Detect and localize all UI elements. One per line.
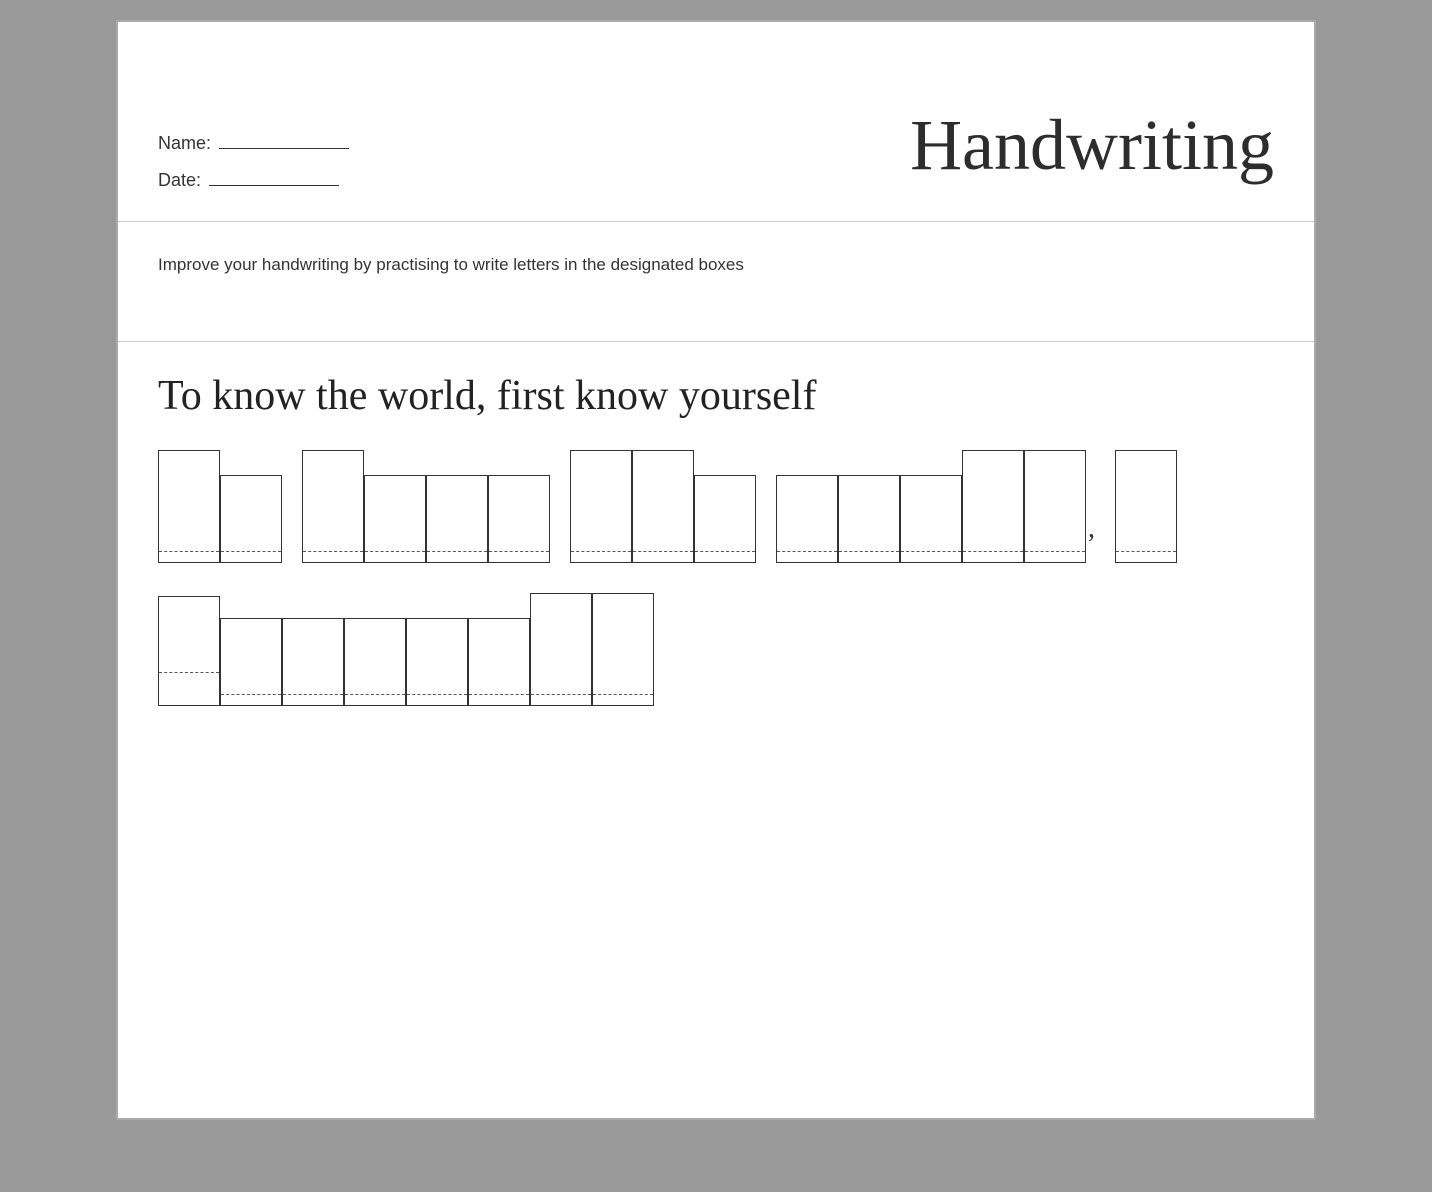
date-field: Date: (158, 170, 349, 191)
date-label: Date: (158, 170, 201, 190)
letter-h1 (632, 450, 694, 563)
word-know1 (302, 450, 550, 563)
instructions-section: Improve your handwriting by practising t… (118, 222, 1314, 342)
letter-l2 (530, 593, 592, 706)
header-section: Name: Date: Handwriting (118, 22, 1314, 222)
word-To (158, 450, 282, 563)
letter-o2 (426, 475, 488, 563)
letter-k1 (302, 450, 364, 563)
word-the (570, 450, 756, 563)
letter-f1 (1115, 450, 1177, 563)
letter-d1 (1024, 450, 1086, 563)
letter-w2 (776, 475, 838, 563)
date-line (209, 185, 339, 186)
word-world: , (776, 450, 1095, 563)
letter-e2 (468, 618, 530, 706)
letter-w1 (488, 475, 550, 563)
letter-n1 (364, 475, 426, 563)
letter-T (158, 450, 220, 563)
page-title: Handwriting (910, 109, 1274, 191)
letter-l1 (962, 450, 1024, 563)
practice-section: To know the world, first know yourself (118, 342, 1314, 746)
comma-1: , (1088, 513, 1095, 545)
letter-e1 (694, 475, 756, 563)
letter-y1 (158, 596, 220, 706)
letter-o1 (220, 475, 282, 563)
instructions-text: Improve your handwriting by practising t… (158, 252, 1274, 278)
page: Name: Date: Handwriting Improve your han… (116, 20, 1316, 1120)
letter-u1 (282, 618, 344, 706)
letter-o3 (838, 475, 900, 563)
word-first-partial (1115, 450, 1177, 563)
name-field: Name: (158, 133, 349, 154)
word-yourself (158, 593, 654, 706)
letter-r2 (344, 618, 406, 706)
letter-s1 (406, 618, 468, 706)
letter-t1 (570, 450, 632, 563)
letter-row-2 (158, 593, 1274, 706)
letter-f2 (592, 593, 654, 706)
letter-o4 (220, 618, 282, 706)
name-line (219, 148, 349, 149)
letter-row-1: , (158, 450, 1274, 563)
sentence-title: To know the world, first know yourself (158, 372, 1274, 420)
name-label: Name: (158, 133, 211, 153)
header-left: Name: Date: (158, 133, 349, 191)
letter-r1 (900, 475, 962, 563)
